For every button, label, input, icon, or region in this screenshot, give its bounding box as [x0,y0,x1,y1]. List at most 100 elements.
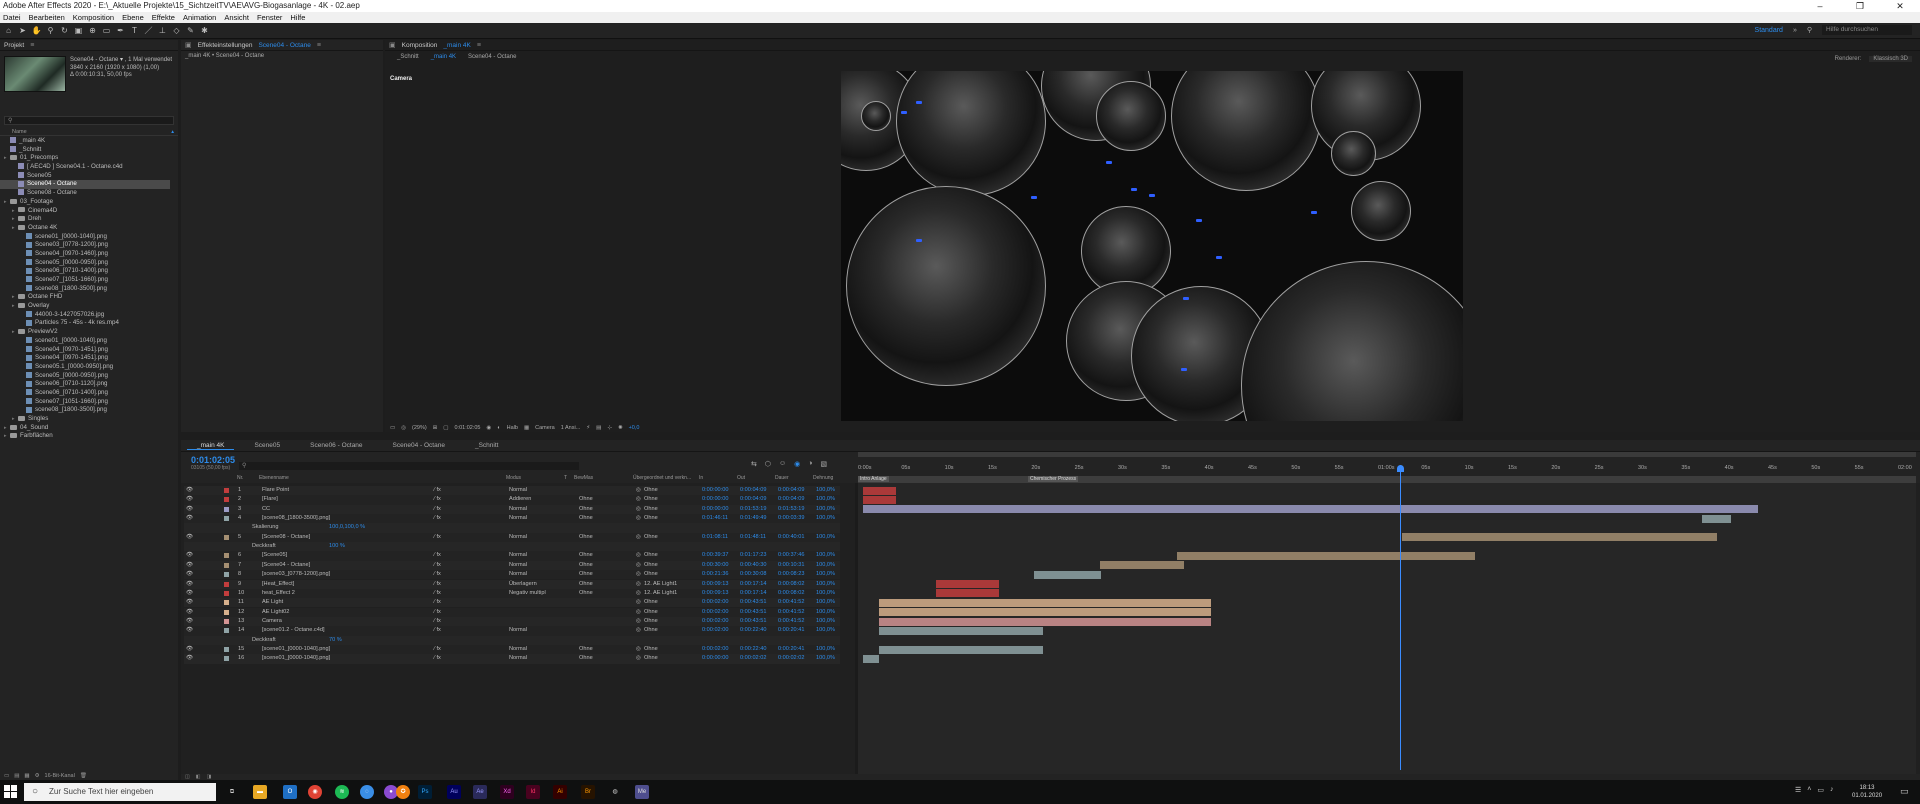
project-item[interactable]: ▸ Dreh [0,215,170,224]
zoom-select[interactable]: (29%) [412,425,427,431]
layer-duration[interactable]: 0:00:20:41 [778,645,804,654]
chevron-down-icon[interactable]: ▾ [120,57,123,63]
draft-3d-icon[interactable]: ⬡ [765,460,771,468]
menu-effekte[interactable]: Effekte [152,13,175,22]
views-select[interactable]: 1 Ansi... [561,425,581,431]
preview-icon[interactable]: ▭ [390,425,395,431]
label-color-swatch[interactable] [224,497,229,503]
interpret-footage-icon[interactable]: ▭ [4,773,9,779]
project-item[interactable]: ▸ Overlay [0,302,170,311]
layer-parent[interactable]: Ohne [644,514,658,523]
layer-mode[interactable]: Normal [509,654,527,663]
layer-row[interactable]: 👁 11 AE Light ⁄ fx ◎ Ohne 0:00:02:00 0:00:43:51… [184,598,840,608]
property-value[interactable]: 100 % [329,542,345,551]
layer-duration-bar[interactable] [878,608,1211,617]
notification-icon[interactable]: ▭ [1900,786,1909,797]
column-name[interactable]: Name [12,129,27,135]
work-area-bar[interactable] [858,452,1916,457]
property-value[interactable]: 100,0,100,0 % [329,523,365,532]
hand-tool-icon[interactable]: ✋ [31,25,42,36]
renderer-value[interactable]: Klassisch 3D [1869,56,1912,62]
label-color-swatch[interactable] [224,506,229,512]
property-row[interactable]: Deckkraft 70 % [184,635,840,645]
layer-name[interactable]: CC [262,505,270,514]
layer-name[interactable]: [scene08_[1800-3500].png] [262,514,330,523]
home-icon[interactable]: ⌂ [3,25,14,36]
layer-in[interactable]: 0:00:02:00 [702,626,728,635]
project-item[interactable]: ▸ PreviewV2 [0,328,170,337]
label-color-swatch[interactable] [224,656,229,662]
layer-parent[interactable]: Ohne [644,598,658,607]
media-encoder-icon[interactable]: Me [635,785,649,799]
layer-out[interactable]: 0:00:43:51 [740,617,766,626]
layer-stretch[interactable]: 100,0% [816,533,835,542]
visibility-icon[interactable]: 👁 [186,533,193,542]
app-gray-icon[interactable]: ◍ [608,785,622,799]
project-item[interactable]: Scene04 - Octane [0,180,170,190]
switches-icon[interactable]: ⁄ fx [434,570,441,579]
visibility-icon[interactable]: 👁 [186,598,193,607]
layer-name[interactable]: [scene01_[0000-1040].png] [262,645,330,654]
layer-parent[interactable]: Ohne [644,654,658,663]
project-item[interactable]: Scene05 [0,172,170,181]
layer-row[interactable]: 👁 7 [Scene04 - Octane] ⁄ fx Normal Ohne ◎ Ohne 0… [184,560,840,571]
current-time[interactable]: 0:01:02:05 [191,455,235,465]
menu-ansicht[interactable]: Ansicht [224,13,249,22]
layer-duration-bar[interactable] [878,598,1211,607]
layer-mode[interactable]: Normal [509,570,527,579]
menu-ebene[interactable]: Ebene [122,13,144,22]
timeline-tab-scene06[interactable]: Scene06 - Octane [300,442,372,449]
label-color-swatch[interactable] [224,628,229,634]
layer-in[interactable]: 0:00:00:00 [702,495,728,504]
layer-name[interactable]: [Heat_Effect] [262,580,294,589]
quality-select[interactable]: Halb [507,425,518,431]
layer-parent[interactable]: Ohne [644,626,658,635]
layer-in[interactable]: 0:01:08:11 [702,533,728,542]
sort-icon[interactable]: ▴ [171,128,174,136]
menu-hilfe[interactable]: Hilfe [290,13,305,22]
layer-parent[interactable]: Ohne [644,645,658,654]
project-item[interactable]: Particles 75 - 45s - 4k res.mp4 [0,319,170,328]
layer-stretch[interactable]: 100,0% [816,654,835,663]
taskbar-search-input[interactable]: ○ Zur Suche Text hier eingeben [24,783,216,801]
tray-arrow-icon[interactable]: ˄ [1807,786,1811,794]
project-settings-icon[interactable]: ⚙ [35,773,40,779]
transparency-icon[interactable]: ▦ [524,425,529,431]
pickwhip-icon[interactable]: ◎ [636,551,641,560]
pickwhip-icon[interactable]: ◎ [636,486,641,495]
search-help-input[interactable]: Hilfe durchsuchen [1822,25,1912,35]
col-in[interactable]: In [699,475,703,481]
layer-mode[interactable]: Überlagern [509,580,537,589]
clock[interactable]: 18:13 01.01.2020 [1852,784,1882,800]
selection-tool-icon[interactable]: ➤ [17,25,28,36]
layer-track-matte[interactable]: Ohne [579,551,593,560]
label-color-swatch[interactable] [224,600,229,606]
label-color-swatch[interactable] [224,646,229,652]
layer-track-matte[interactable]: Ohne [579,589,593,598]
switches-icon[interactable]: ⁄ fx [434,626,441,635]
explorer-icon[interactable]: ▬ [253,785,267,799]
project-item[interactable]: ▸ 03_Footage [0,198,170,207]
switches-icon[interactable]: ⁄ fx [434,505,441,514]
panel-menu-icon[interactable]: ≡ [30,42,34,49]
layer-duration[interactable]: 0:00:41:52 [778,617,804,626]
region-icon[interactable]: ▢ [443,425,448,431]
timeline-tab-scene05[interactable]: Scene05 [244,442,290,449]
col-name[interactable]: Ebenenname [259,475,289,481]
visibility-icon[interactable]: 👁 [186,589,193,598]
rectangle-tool-icon[interactable]: ▭ [101,25,112,36]
grid-icon[interactable]: ⊞ [433,425,438,431]
property-row[interactable]: Skalierung 100,0,100,0 % [184,523,840,533]
layer-duration-bar[interactable] [936,580,1000,589]
timeline-icon[interactable]: ▤ [596,425,601,431]
effects-target[interactable]: Scene04 - Octane [258,42,310,49]
timeline-marker[interactable]: Chemischer Prozess [1028,476,1079,482]
panel-menu-icon[interactable]: ≡ [477,42,481,49]
switches-icon[interactable]: ⁄ fx [434,645,441,654]
pickwhip-icon[interactable]: ◎ [636,514,641,523]
task-view-icon[interactable]: ⧉ [225,785,239,799]
switches-icon[interactable]: ⁄ fx [434,608,441,617]
app-blue-icon[interactable]: ◌ [360,785,374,799]
layer-name[interactable]: Camera [262,617,282,626]
visibility-icon[interactable]: 👁 [186,495,193,504]
